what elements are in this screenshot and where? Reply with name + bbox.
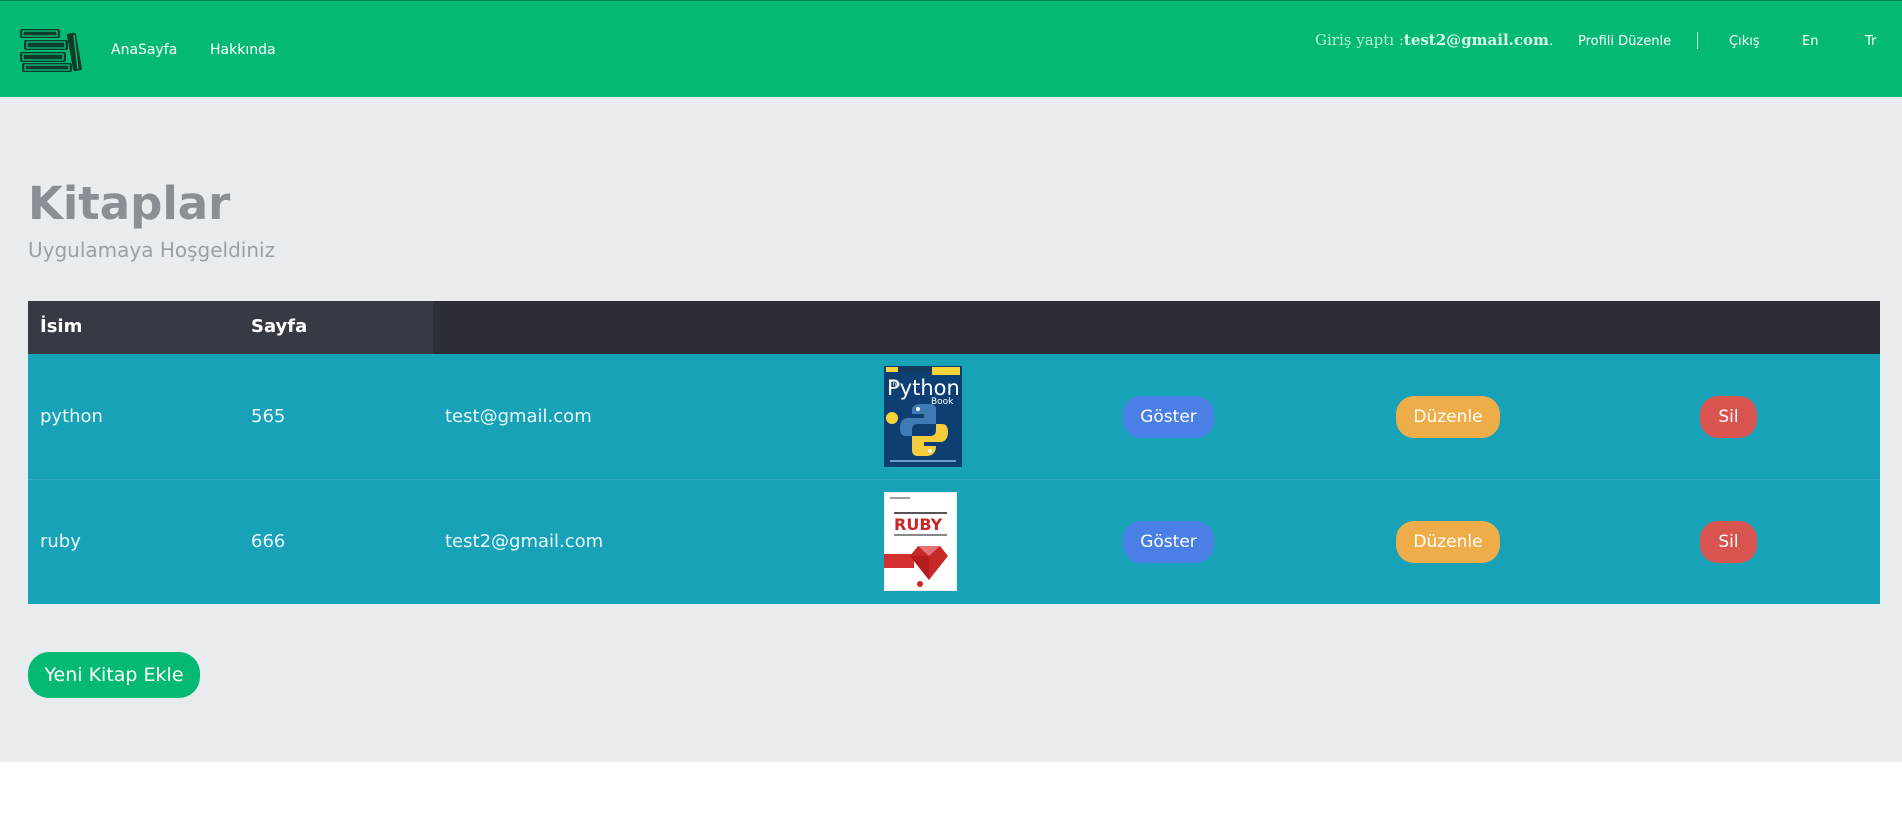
language-tr-link[interactable]: Tr: [1865, 34, 1876, 49]
show-button[interactable]: Göster: [1123, 521, 1214, 563]
page-title: Kitaplar: [28, 177, 231, 230]
books-table: İsim Sayfa python 565 test@gmail.com The…: [28, 301, 1880, 604]
table-row: ruby 666 test2@gmail.com RUBY Göster Düz…: [28, 479, 1880, 604]
book-owner: test2@gmail.com: [445, 531, 604, 552]
language-en-link[interactable]: En: [1802, 34, 1818, 49]
nav-link-home[interactable]: AnaSayfa: [111, 42, 177, 58]
page-subtitle: Uygulamaya Hoşgeldiniz: [28, 238, 276, 262]
book-owner: test@gmail.com: [445, 406, 592, 427]
column-header-name: İsim: [40, 316, 83, 337]
login-info: Giriş yaptı :test2@gmail.com.: [1315, 31, 1554, 49]
table-row: python 565 test@gmail.com The Python Boo…: [28, 354, 1880, 479]
delete-button[interactable]: Sil: [1700, 396, 1757, 438]
table-header-shade: [28, 301, 433, 354]
navbar: AnaSayfa Hakkında Giriş yaptı :test2@gma…: [0, 0, 1902, 97]
add-book-button[interactable]: Yeni Kitap Ekle: [28, 652, 200, 698]
python-book-cover: The Python Book: [884, 366, 962, 467]
login-suffix: .: [1548, 31, 1554, 49]
book-pages: 666: [251, 531, 286, 552]
edit-button[interactable]: Düzenle: [1396, 521, 1500, 563]
book-name: ruby: [40, 531, 81, 552]
nav-link-about[interactable]: Hakkında: [210, 42, 276, 58]
ruby-book-cover: RUBY: [884, 492, 957, 591]
table-header: İsim Sayfa: [28, 301, 1880, 354]
edit-button[interactable]: Düzenle: [1396, 396, 1500, 438]
edit-profile-link[interactable]: Profili Düzenle: [1578, 34, 1671, 49]
show-button[interactable]: Göster: [1123, 396, 1214, 438]
row-separator: [28, 479, 1880, 480]
login-prefix: Giriş yaptı :: [1315, 31, 1404, 49]
login-user: test2@gmail.com: [1403, 31, 1549, 49]
main-content: Kitaplar Uygulamaya Hoşgeldiniz İsim Say…: [0, 97, 1902, 762]
nav-divider: [1697, 32, 1698, 49]
column-header-pages: Sayfa: [251, 316, 308, 337]
book-name: python: [40, 406, 103, 427]
ruby-cover-title: RUBY: [894, 515, 943, 534]
book-pages: 565: [251, 406, 286, 427]
delete-button[interactable]: Sil: [1700, 521, 1757, 563]
logout-link[interactable]: Çıkış: [1729, 34, 1760, 49]
books-stack-icon[interactable]: [20, 27, 82, 73]
